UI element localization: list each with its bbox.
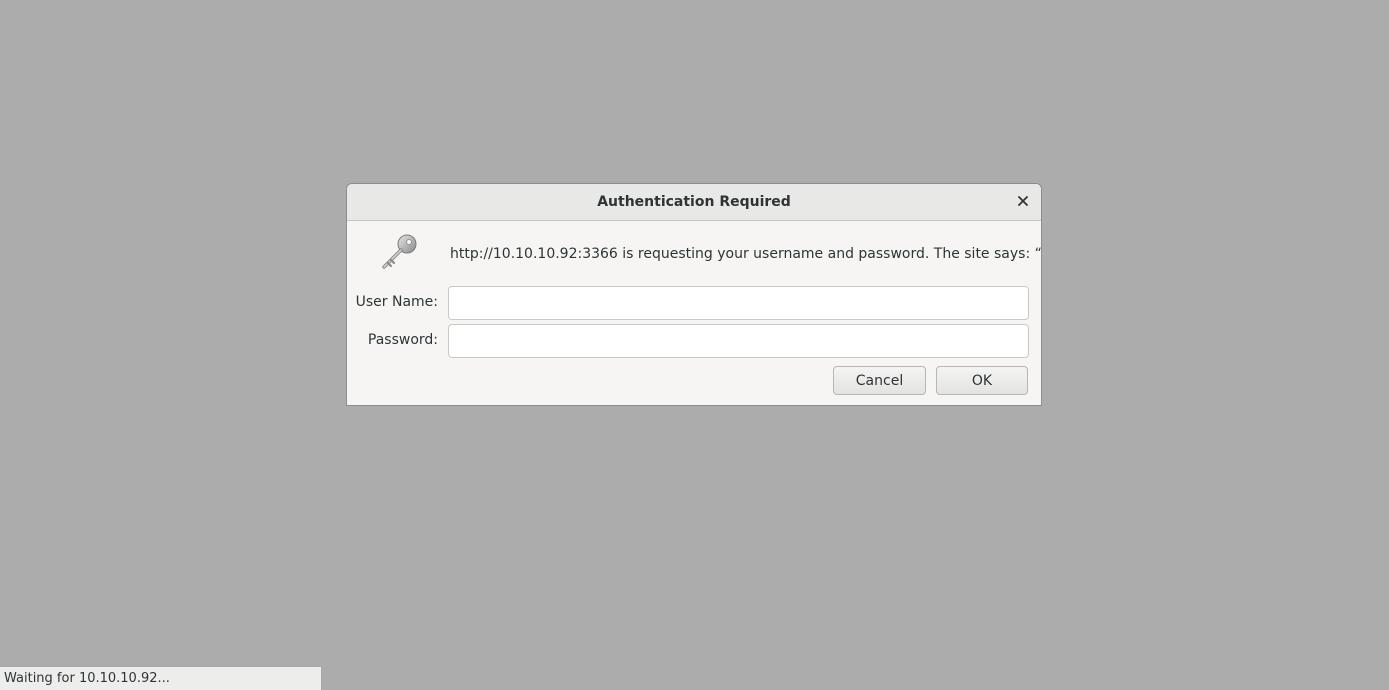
username-label: User Name: xyxy=(355,294,438,310)
close-icon[interactable] xyxy=(1015,193,1031,209)
dialog-titlebar[interactable]: Authentication Required xyxy=(347,184,1041,221)
auth-dialog: Authentication Required http://10.10.10.… xyxy=(346,183,1042,406)
dialog-title: Authentication Required xyxy=(597,194,791,210)
cancel-button[interactable]: Cancel xyxy=(833,366,926,395)
auth-message: http://10.10.10.92:3366 is requesting yo… xyxy=(450,246,1042,262)
status-bar: Waiting for 10.10.10.92... xyxy=(0,666,322,690)
key-icon xyxy=(379,232,421,274)
username-field[interactable] xyxy=(448,286,1029,320)
ok-button[interactable]: OK xyxy=(936,366,1028,395)
password-label: Password: xyxy=(367,332,438,348)
password-field[interactable] xyxy=(448,324,1029,358)
